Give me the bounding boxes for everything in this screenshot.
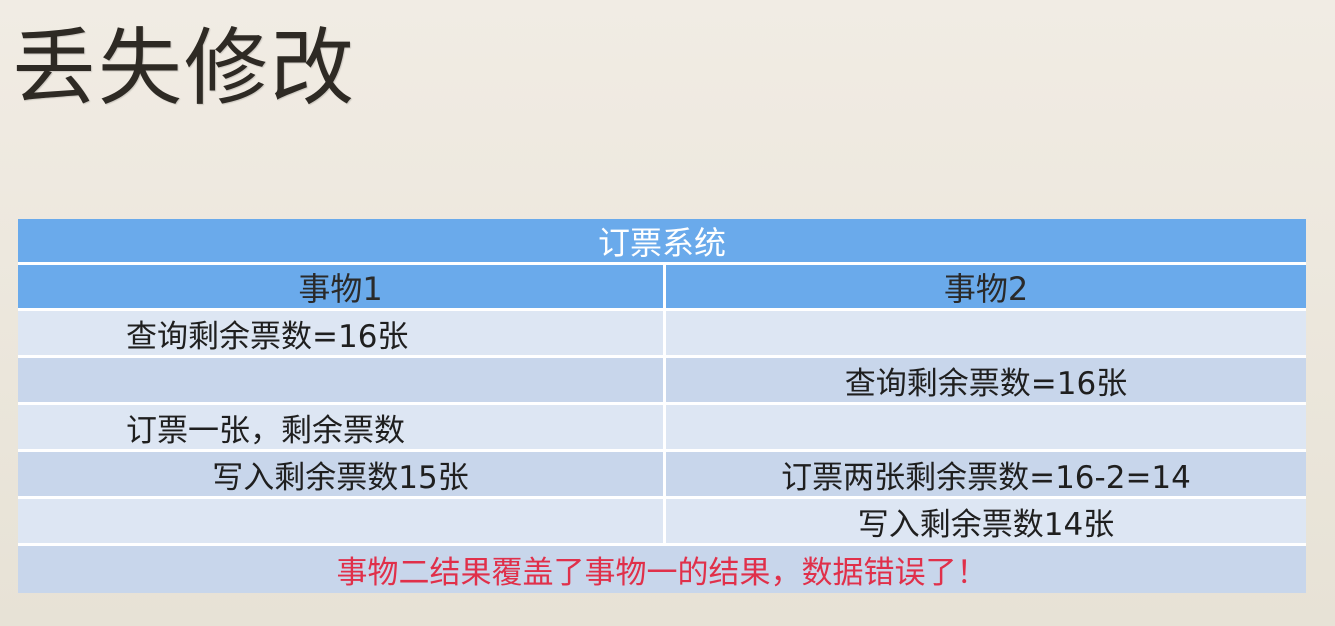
table-cell-left — [18, 358, 666, 402]
slide-title: 丢失修改 — [12, 19, 357, 117]
column-header-transaction-2: 事物2 — [943, 269, 1029, 308]
column-header-transaction-1: 事物1 — [18, 265, 666, 308]
table-cell-left — [18, 499, 666, 543]
booking-table: 订票系统 事物1 事物2 查询剩余票数=16张 查询剩余票数=16张 订票一张，… — [18, 219, 1306, 593]
table-title-row: 订票系统 — [18, 219, 1306, 265]
table-cell-left: 查询剩余票数=16张 — [18, 311, 666, 355]
table-title: 订票系统 — [597, 223, 726, 262]
conclusion-row: 事物二结果覆盖了事物一的结果，数据错误了！ — [18, 546, 1306, 593]
table-cell-right — [666, 405, 1306, 449]
table-row: 查询剩余票数=16张 — [18, 311, 1306, 358]
conclusion-text: 事物二结果覆盖了事物一的结果，数据错误了！ — [336, 555, 988, 591]
table-row: 订票一张，剩余票数 — [18, 405, 1306, 452]
table-cell-right: 写入剩余票数14张 — [857, 506, 1115, 543]
table-cell-left: 订票一张，剩余票数 — [18, 405, 666, 449]
table-row: 写入剩余票数15张 订票两张剩余票数=16-2=14 — [18, 452, 1306, 499]
table-cell-left: 写入剩余票数15张 — [18, 452, 666, 496]
table-cell-right: 订票两张剩余票数=16-2=14 — [781, 459, 1191, 496]
table-row: 写入剩余票数14张 — [18, 499, 1306, 546]
table-row: 查询剩余票数=16张 — [18, 358, 1306, 405]
table-cell-right: 查询剩余票数=16张 — [844, 365, 1128, 402]
table-cell-right — [666, 311, 1306, 355]
table-header-row: 事物1 事物2 — [18, 265, 1306, 311]
